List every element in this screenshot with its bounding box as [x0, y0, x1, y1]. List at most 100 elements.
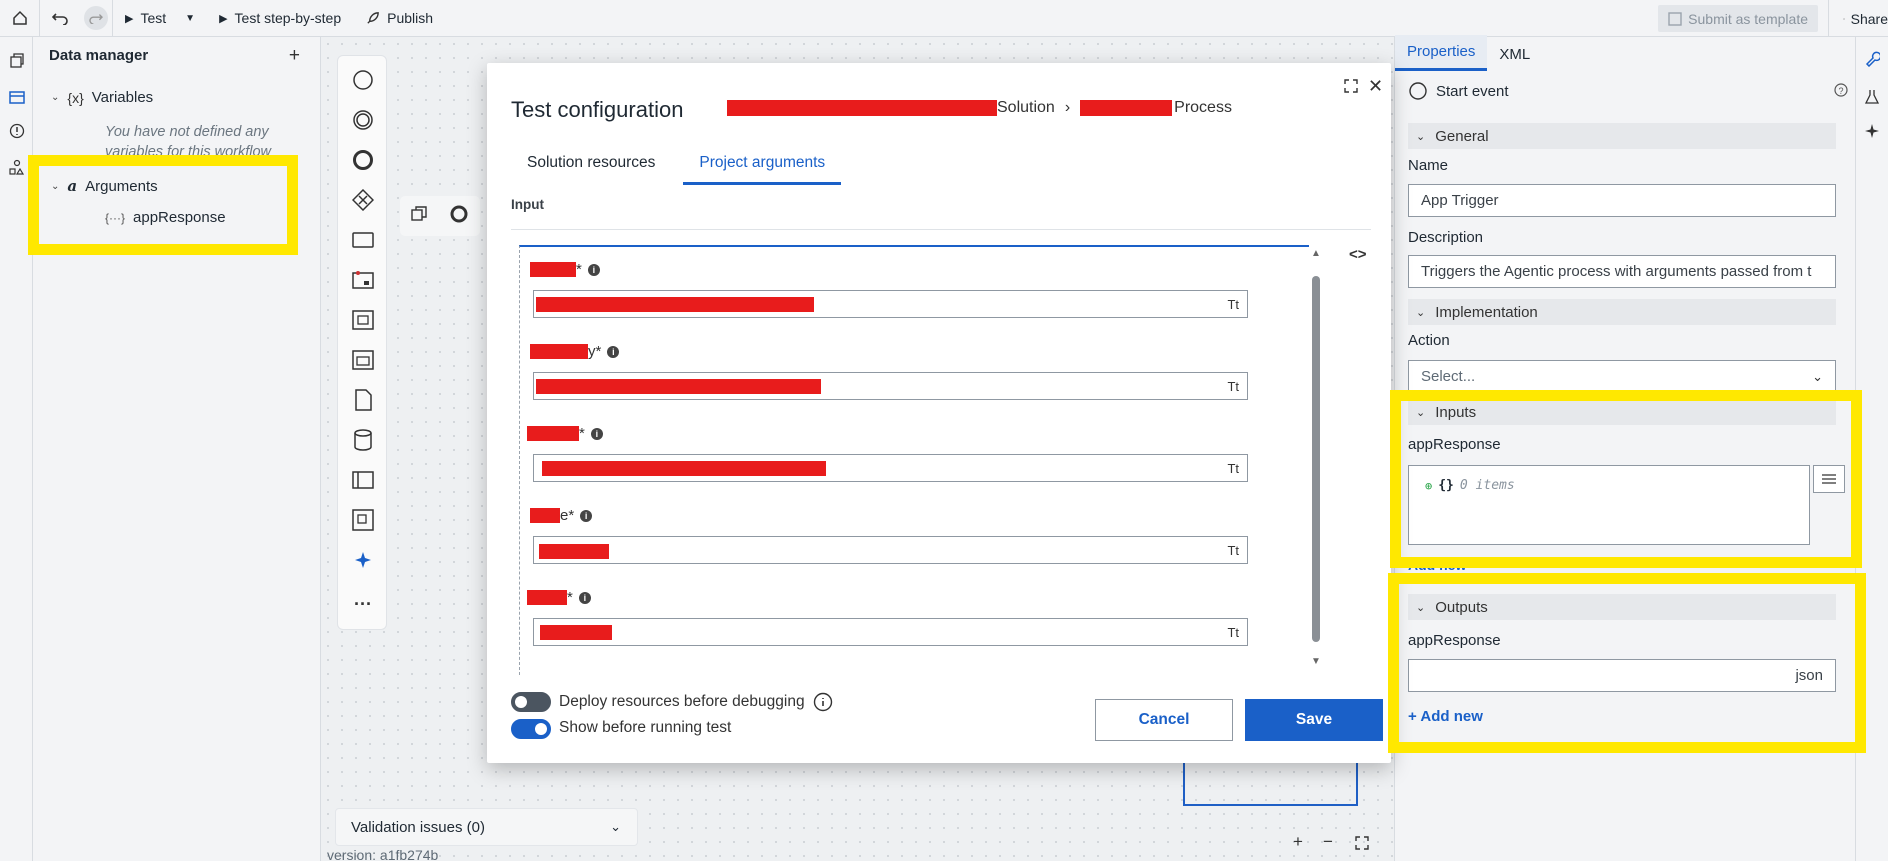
start-event-icon[interactable]	[351, 68, 375, 92]
task-icon[interactable]	[351, 228, 375, 252]
implementation-section[interactable]: ⌄ Implementation	[1408, 299, 1836, 325]
argument-input[interactable]: Tt	[533, 454, 1248, 482]
deploy-label: Deploy resources before debugging	[559, 693, 805, 710]
action-label: Action	[1408, 332, 1450, 349]
crumb-process: Process	[1174, 99, 1232, 116]
save-button[interactable]: Save	[1245, 699, 1383, 741]
call-activity-icon[interactable]	[351, 348, 375, 372]
submit-template-label: Submit as template	[1688, 10, 1808, 27]
data-manager-icon[interactable]	[7, 87, 27, 107]
info-icon[interactable]	[813, 692, 833, 712]
scroll-up-icon[interactable]: ▲	[1311, 248, 1321, 259]
copy-icon[interactable]	[410, 205, 428, 227]
argument-input[interactable]: Tt	[533, 372, 1248, 400]
text-type-icon[interactable]: Tt	[1227, 625, 1239, 640]
redacted-solution-name	[727, 100, 997, 116]
argument-input[interactable]: Tt	[533, 536, 1248, 564]
scroll-thumb[interactable]	[1312, 276, 1320, 642]
tab-solution-resources[interactable]: Solution resources	[511, 148, 671, 185]
argument-scrollbar[interactable]: ▲ ▼	[1309, 248, 1323, 668]
zoom-out-icon[interactable]: −	[1323, 832, 1333, 852]
validation-panel[interactable]: Validation issues (0) ⌄	[335, 808, 638, 846]
share-icon	[1843, 17, 1845, 20]
group-icon[interactable]	[351, 508, 375, 532]
flask-icon[interactable]	[1864, 89, 1880, 109]
text-type-icon[interactable]: Tt	[1227, 543, 1239, 558]
description-field[interactable]: Triggers the Agentic process with argume…	[1408, 255, 1836, 288]
close-icon[interactable]: ✕	[1368, 76, 1383, 97]
maximize-icon[interactable]	[1344, 79, 1358, 97]
canvas-shape[interactable]	[1183, 763, 1358, 806]
code-view-icon[interactable]: <>	[1349, 246, 1367, 263]
properties-tabs: Properties XML	[1395, 35, 1856, 71]
general-section[interactable]: ⌄ General	[1408, 123, 1836, 149]
variables-icon: {x}	[67, 89, 84, 106]
share-label: Share	[1850, 10, 1888, 27]
share-button[interactable]: Share	[1828, 0, 1888, 37]
ai-sparkle-icon[interactable]	[351, 548, 375, 572]
shapes-icon[interactable]	[7, 157, 27, 177]
info-icon[interactable]: i	[590, 427, 603, 440]
data-store-icon[interactable]	[351, 428, 375, 452]
show-before-toggle[interactable]	[511, 719, 551, 739]
deploy-toggle[interactable]	[511, 692, 551, 712]
argument-label-suffix: y*	[588, 343, 602, 360]
description-label: Description	[1408, 229, 1484, 246]
fit-screen-icon[interactable]	[1355, 835, 1369, 855]
crumb-solution: Solution	[997, 99, 1055, 116]
tab-xml[interactable]: XML	[1487, 46, 1542, 71]
redo-icon[interactable]	[80, 0, 112, 37]
home-icon[interactable]	[0, 0, 40, 37]
variables-node[interactable]: ⌄ {x} Variables	[51, 89, 153, 106]
argument-input[interactable]: Tt	[533, 290, 1248, 318]
chevron-down-icon: ⌄	[1416, 130, 1426, 143]
text-type-icon[interactable]: Tt	[1227, 379, 1239, 394]
action-select[interactable]: Select... ⌄	[1408, 360, 1836, 393]
cancel-button[interactable]: Cancel	[1095, 699, 1233, 741]
redacted-value	[536, 297, 814, 312]
tab-properties[interactable]: Properties	[1395, 35, 1488, 71]
wrench-icon[interactable]	[1864, 51, 1882, 71]
end-event-icon[interactable]	[351, 148, 375, 172]
test-button[interactable]: ▶ Test ▼	[113, 0, 207, 37]
chevron-down-icon[interactable]: ⌄	[610, 819, 621, 835]
submit-template-button[interactable]: Submit as template	[1658, 5, 1818, 32]
variables-label: Variables	[91, 89, 154, 106]
info-icon[interactable]: i	[587, 263, 600, 276]
info-icon[interactable]: i	[580, 509, 593, 522]
pool-icon[interactable]	[351, 468, 375, 492]
chevron-down-icon[interactable]: ▼	[185, 13, 195, 24]
agent-task-icon[interactable]	[351, 268, 375, 292]
help-icon[interactable]: ?	[1834, 83, 1848, 101]
intermediate-event-icon[interactable]	[351, 108, 375, 132]
circle-icon[interactable]	[448, 203, 470, 229]
gateway-icon[interactable]	[351, 188, 375, 212]
text-type-icon[interactable]: Tt	[1227, 461, 1239, 476]
text-type-icon[interactable]: Tt	[1227, 297, 1239, 312]
more-icon[interactable]: ···	[351, 592, 375, 616]
argument-label: * i	[530, 261, 600, 278]
name-field[interactable]: App Trigger	[1408, 184, 1836, 217]
event-label: Start event	[1436, 82, 1509, 100]
tab-project-arguments[interactable]: Project arguments	[683, 148, 842, 185]
chevron-down-icon[interactable]: ⌄	[51, 92, 59, 103]
argument-label: * i	[527, 589, 591, 606]
argument-label-suffix: e*	[560, 507, 575, 524]
info-icon[interactable]: i	[578, 591, 591, 604]
info-icon[interactable]: i	[607, 345, 620, 358]
files-icon[interactable]	[7, 51, 27, 71]
subprocess-icon[interactable]	[351, 308, 375, 332]
argument-input[interactable]: Tt	[533, 618, 1248, 646]
document-icon[interactable]	[351, 388, 375, 412]
undo-icon[interactable]	[40, 0, 80, 37]
sparkle-icon[interactable]	[1864, 123, 1880, 143]
publish-button[interactable]: Publish	[353, 0, 445, 37]
version-label: version: a1fb274b	[327, 847, 439, 861]
test-step-button[interactable]: ▶ Test step-by-step	[207, 0, 353, 37]
scroll-down-icon[interactable]: ▼	[1311, 656, 1321, 667]
svg-text:?: ?	[1839, 86, 1844, 96]
input-section-label: Input	[511, 197, 544, 212]
zoom-in-icon[interactable]: +	[1293, 832, 1303, 852]
add-icon[interactable]: +	[289, 45, 300, 67]
alert-icon[interactable]	[7, 121, 27, 141]
